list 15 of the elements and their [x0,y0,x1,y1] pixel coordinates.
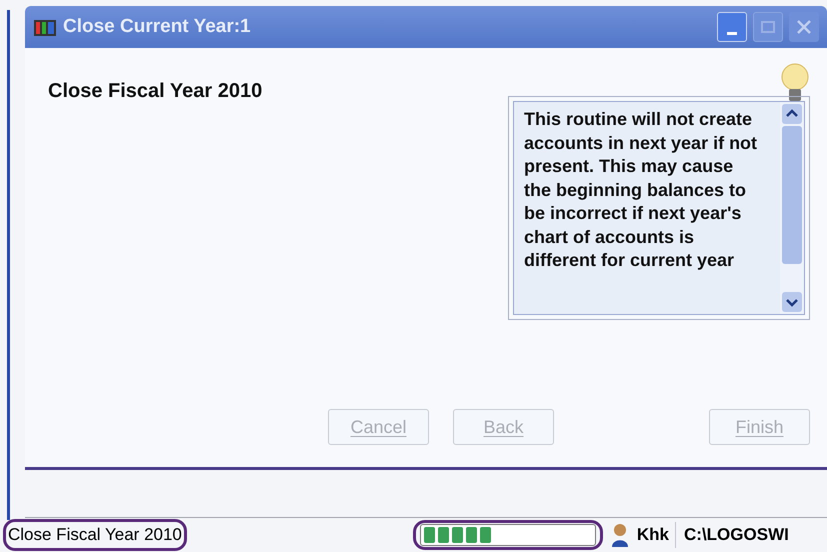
close-button[interactable] [789,12,819,42]
note-text: This routine will not create accounts in next year if not present. This may cause the beginning balances to be incorrect if next year's chart of accounts is different for current year [523,108,758,272]
status-message: Close Fiscal Year 2010 [3,519,187,551]
user-icon [610,523,629,547]
close-icon [796,19,812,35]
heading: Close Fiscal Year 2010 [48,79,262,104]
minimize-button[interactable] [717,12,747,42]
scroll-up-icon[interactable] [782,104,802,124]
window-title: Close Current Year:1 [63,14,251,39]
scrollbar[interactable] [780,102,804,314]
maximize-button[interactable] [753,12,783,42]
status-user: Khk [636,522,676,548]
status-path: C:\LOGOSWI [684,524,789,546]
scroll-thumb[interactable] [782,126,802,264]
scroll-down-icon[interactable] [782,292,802,312]
